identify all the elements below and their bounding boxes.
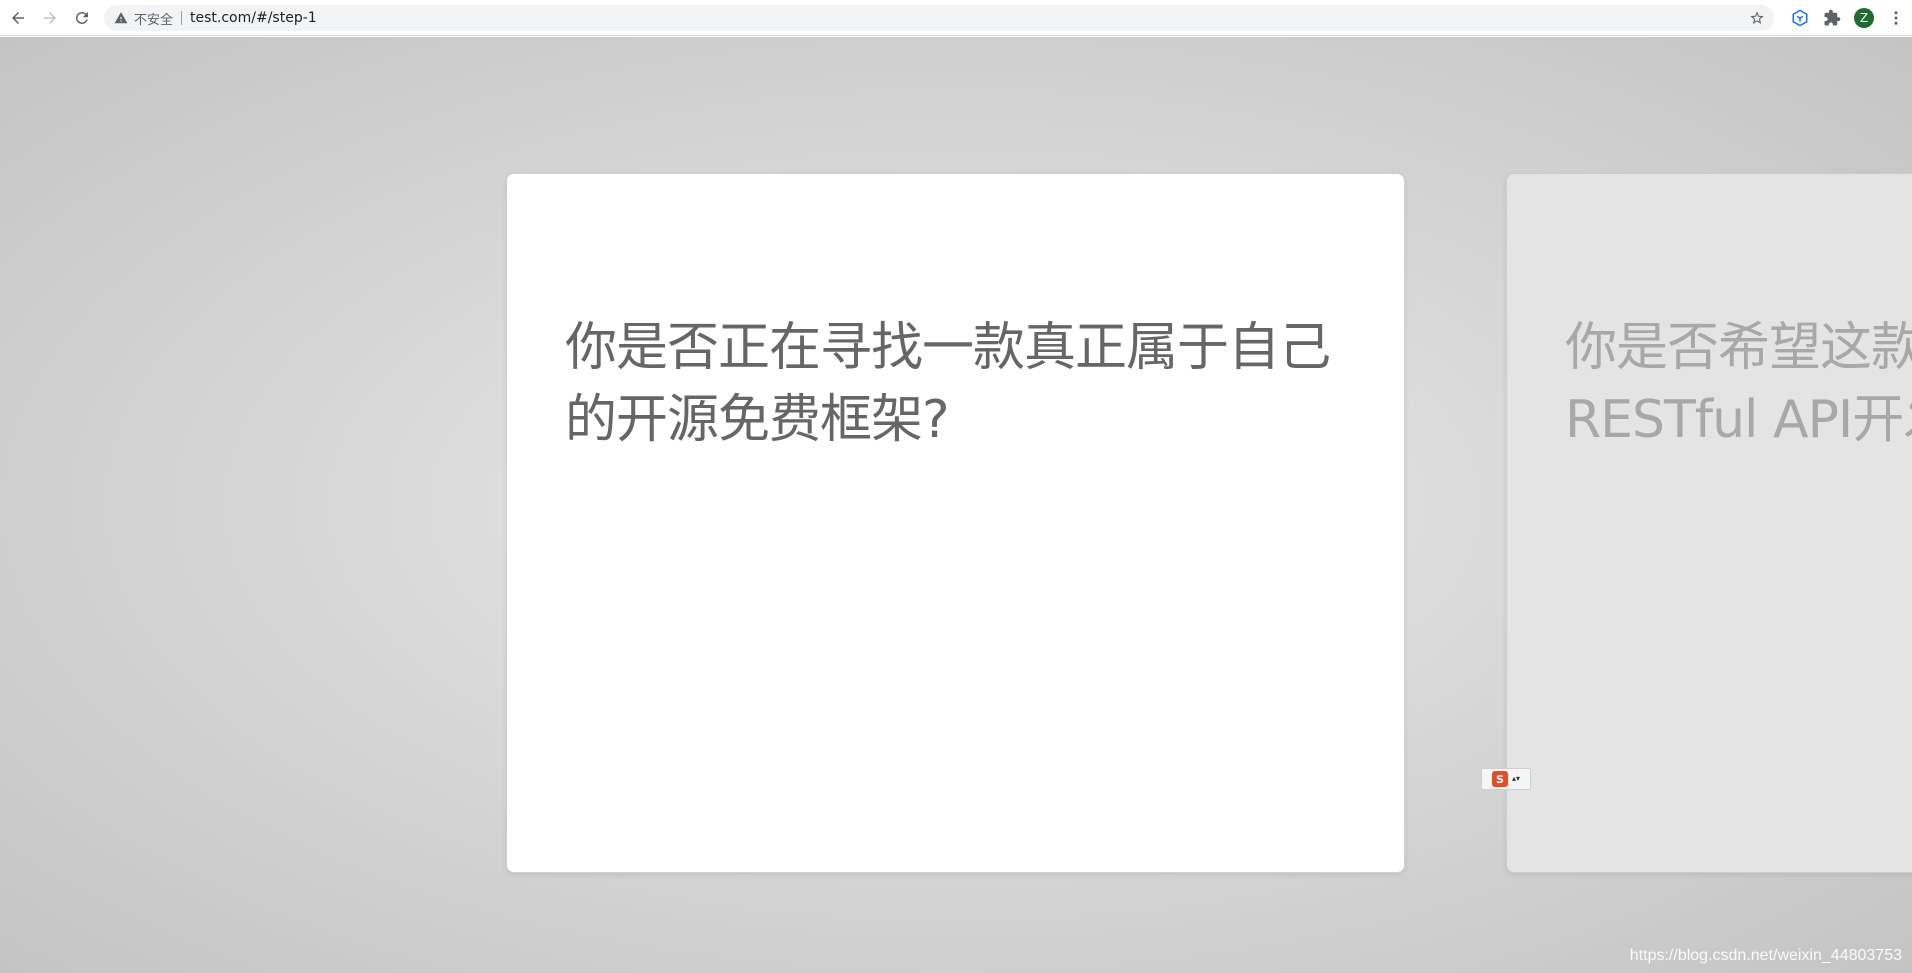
presentation-canvas: 你是否正在寻找一款真正属于自己 的开源免费框架? 你是否希望这款 RESTful…	[0, 37, 1912, 973]
url-text[interactable]: test.com/#/step-1	[190, 10, 317, 26]
forward-icon	[44, 11, 56, 24]
next-slide-heading: 你是否希望这款 RESTful API开发	[1565, 312, 1912, 456]
sogou-ime-icon[interactable]: S	[1491, 771, 1508, 787]
back-icon	[12, 11, 24, 24]
avatar: Z	[1854, 8, 1874, 28]
slide-heading: 你是否正在寻找一款真正属于自己 的开源免费框架?	[565, 312, 1365, 456]
reload-button[interactable]	[68, 4, 96, 32]
next-slide-heading-line1: 你是否希望这款	[1565, 318, 1912, 378]
extension-area: Z	[1784, 0, 1912, 36]
security-label[interactable]: 不安全	[134, 9, 173, 28]
warning-icon[interactable]	[114, 11, 128, 25]
extension-cube-icon[interactable]	[1784, 0, 1816, 36]
address-bar[interactable]: 不安全 test.com/#/step-1	[104, 5, 1774, 31]
forward-button[interactable]	[36, 4, 64, 32]
menu-dots-icon[interactable]	[1880, 0, 1912, 36]
ime-arrows[interactable]: ▴▾	[1512, 775, 1520, 783]
bookmark-star-icon[interactable]	[1748, 9, 1766, 27]
next-slide[interactable]: 你是否希望这款 RESTful API开发	[1506, 173, 1912, 873]
browser-toolbar: 不安全 test.com/#/step-1 Z	[0, 0, 1912, 36]
watermark: https://blog.csdn.net/weixin_44803753	[1629, 947, 1902, 964]
next-slide-heading-line2: RESTful API开发	[1565, 390, 1912, 450]
ime-toolbar[interactable]: S ▴▾	[1481, 768, 1531, 790]
reload-icon	[76, 11, 88, 24]
back-button[interactable]	[4, 4, 32, 32]
slide-heading-line1: 你是否正在寻找一款真正属于自己	[565, 318, 1331, 378]
address-divider	[181, 11, 183, 25]
current-slide[interactable]: 你是否正在寻找一款真正属于自己 的开源免费框架?	[506, 173, 1405, 873]
slide-heading-line2: 的开源免费框架?	[565, 390, 950, 450]
profile-avatar[interactable]: Z	[1848, 0, 1880, 36]
puzzle-icon[interactable]	[1816, 0, 1848, 36]
